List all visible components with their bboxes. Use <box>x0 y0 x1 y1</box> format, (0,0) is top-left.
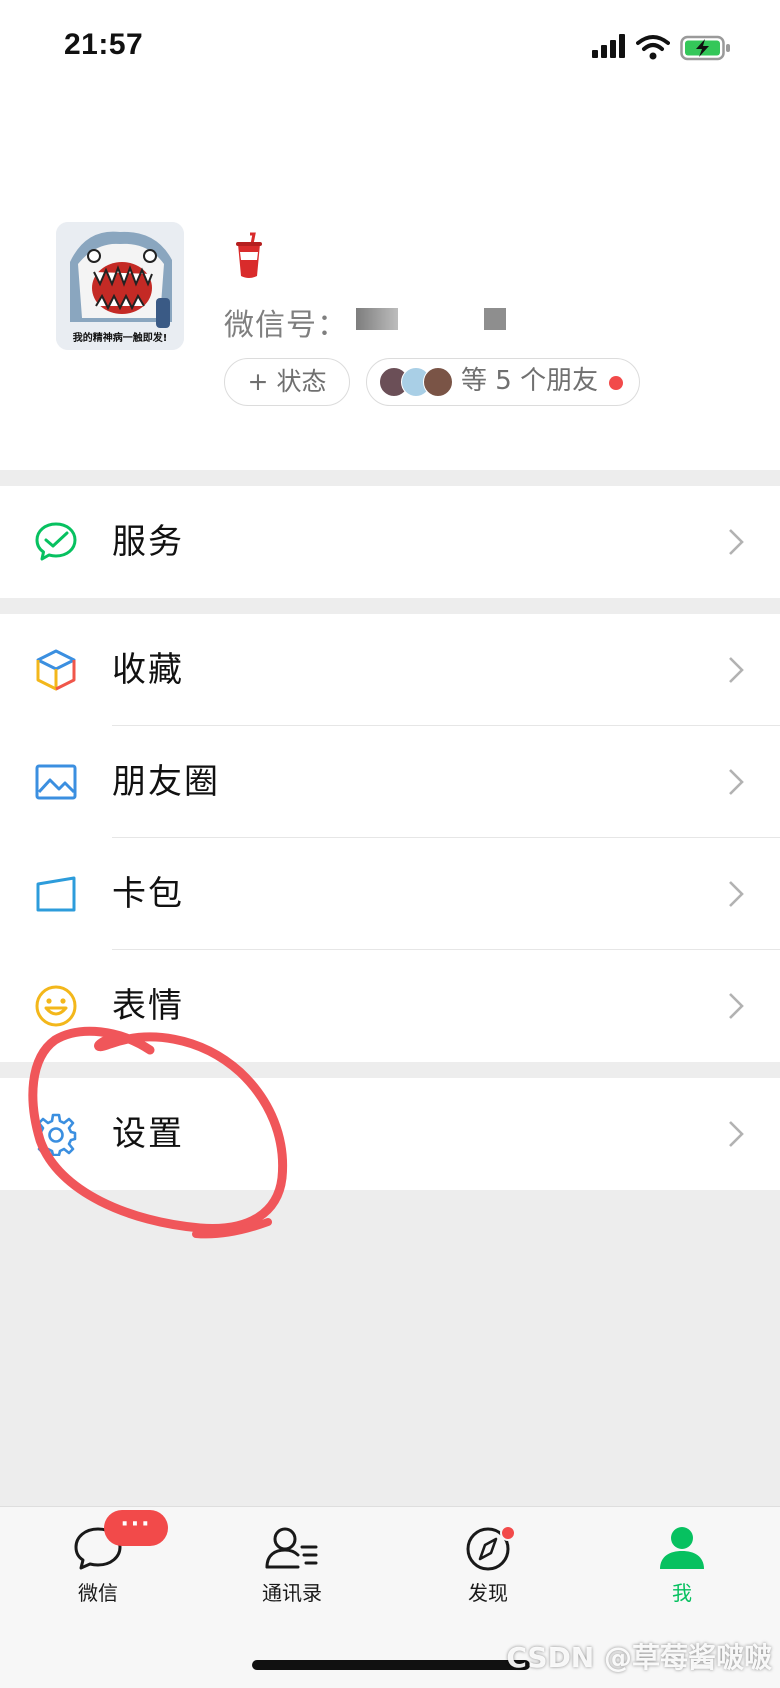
discover-red-dot <box>500 1525 516 1541</box>
avatar[interactable]: 我的精神病一触即发! <box>56 222 184 350</box>
watermark: CSDN @草莓酱啵啵 <box>506 1641 772 1674</box>
chevron-right-icon <box>729 529 744 555</box>
tab-me[interactable]: 我 <box>622 1525 742 1625</box>
card-wallet-icon <box>36 876 76 912</box>
tab-contacts-label: 通讯录 <box>262 1581 322 1605</box>
chevron-right-icon <box>729 881 744 907</box>
settings-label: 设置 <box>112 1114 184 1154</box>
menu-item-cards[interactable]: 卡包 <box>0 838 780 950</box>
profile-header[interactable]: 我的精神病一触即发! 微信号： + 状态 等 5 个朋友 <box>0 100 780 470</box>
status-bar: 21:57 <box>0 0 780 100</box>
menu-item-stickers[interactable]: 表情 <box>0 950 780 1062</box>
tab-contacts[interactable]: 通讯录 <box>232 1525 352 1625</box>
add-status-button[interactable]: + 状态 <box>224 358 350 406</box>
cards-label: 卡包 <box>112 874 184 914</box>
services-group: 服务 <box>0 486 780 598</box>
unread-badge: ··· <box>104 1510 168 1546</box>
friend-avatar <box>423 367 453 397</box>
tab-discover-label: 发现 <box>468 1581 508 1605</box>
menu-item-services[interactable]: 服务 <box>0 486 780 598</box>
tab-me-label: 我 <box>672 1581 692 1605</box>
services-label: 服务 <box>112 522 184 562</box>
wechat-id-label: 微信号： <box>224 308 348 343</box>
chevron-right-icon <box>729 993 744 1019</box>
moments-image-icon <box>35 764 77 800</box>
person-icon <box>660 1527 704 1569</box>
menu-item-settings[interactable]: 设置 <box>0 1078 780 1190</box>
tab-discover[interactable]: 发现 <box>428 1525 548 1625</box>
redacted-id-block <box>356 308 398 330</box>
stickers-label: 表情 <box>112 986 184 1026</box>
drink-cup-icon <box>236 232 262 278</box>
favorites-cube-icon <box>36 649 76 691</box>
menu-item-moments[interactable]: 朋友圈 <box>0 726 780 838</box>
contacts-icon <box>265 1527 318 1569</box>
signal-icon <box>592 34 625 58</box>
wechat-id-row: 微信号： <box>224 300 506 343</box>
avatar-caption: 我的精神病一触即发! <box>72 333 168 344</box>
status-icons <box>592 34 742 64</box>
friends-status-chip[interactable]: 等 5 个朋友 <box>366 358 640 406</box>
wifi-icon <box>636 35 670 60</box>
new-status-dot <box>609 376 623 390</box>
tab-chats-label: 微信 <box>78 1581 118 1605</box>
main-menu-group: 收藏 朋友圈 卡包 表情 <box>0 614 780 1062</box>
moments-label: 朋友圈 <box>112 762 220 802</box>
chevron-right-icon <box>729 1121 744 1147</box>
friends-count-text: 等 5 个朋友 <box>461 366 599 396</box>
chevron-right-icon <box>729 657 744 683</box>
redacted-id-block <box>484 308 506 330</box>
settings-group: 设置 <box>0 1078 780 1190</box>
chevron-right-icon <box>729 769 744 795</box>
status-time: 21:57 <box>64 28 144 61</box>
battery-charging-icon <box>680 35 730 61</box>
services-icon <box>35 522 77 561</box>
smiley-icon <box>35 985 77 1027</box>
home-indicator[interactable] <box>252 1660 530 1670</box>
gear-icon <box>35 1113 77 1156</box>
favorites-label: 收藏 <box>112 650 184 690</box>
menu-item-favorites[interactable]: 收藏 <box>0 614 780 726</box>
